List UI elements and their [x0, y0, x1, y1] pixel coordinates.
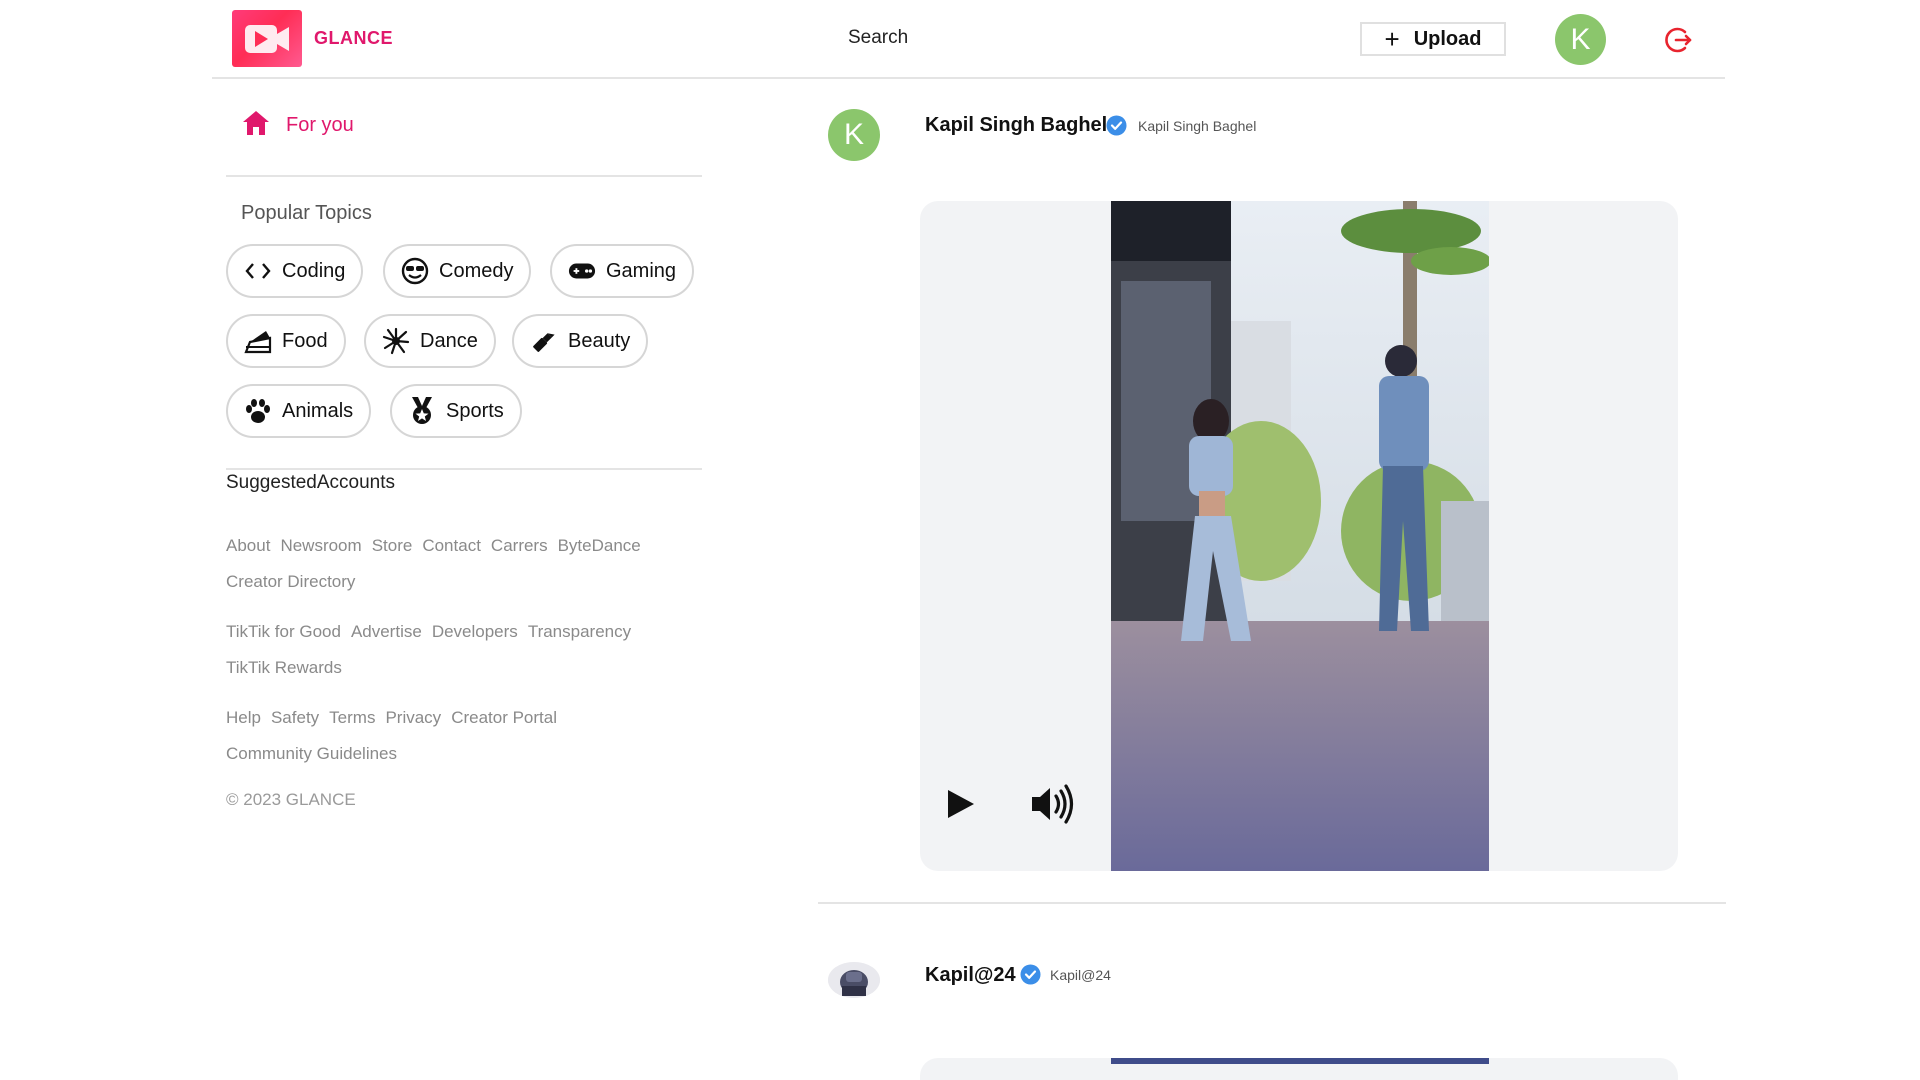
topic-label: Animals	[282, 399, 354, 422]
verified-badge-icon	[1106, 115, 1127, 136]
post-author-avatar[interactable]	[828, 962, 880, 998]
footer-link-developers[interactable]: Developers	[432, 622, 518, 641]
topic-label: Food	[282, 329, 328, 352]
topic-label: Dance	[420, 329, 478, 352]
topic-coding[interactable]: Coding	[226, 244, 364, 298]
user-avatar[interactable]: K	[1555, 14, 1606, 65]
copyright: © 2023 GLANCE	[226, 790, 356, 809]
sunglasses-face-icon	[401, 257, 429, 285]
footer-links-group-2: TikTik for Good Advertise Developers Transp…	[226, 614, 686, 686]
gamepad-icon	[568, 257, 596, 285]
post-author-handle: Kapil@24	[1050, 967, 1111, 983]
footer-link-privacy[interactable]: Privacy	[385, 708, 441, 727]
footer-link-creator-directory[interactable]: Creator Directory	[226, 572, 355, 591]
post-author-name[interactable]: Kapil Singh Baghel	[925, 114, 1107, 137]
upload-label: Upload	[1413, 27, 1482, 50]
topic-label: Coding	[282, 259, 346, 282]
topic-animals[interactable]: Animals	[226, 384, 372, 438]
medal-icon	[408, 397, 436, 425]
footer-link-carrers[interactable]: Carrers	[491, 536, 548, 555]
topic-gaming[interactable]: Gaming	[550, 244, 695, 298]
video-thumbnail	[1111, 201, 1489, 871]
paw-icon	[244, 397, 272, 425]
topic-label: Beauty	[568, 329, 631, 352]
footer-link-tiktik-rewards[interactable]: TikTik Rewards	[226, 658, 342, 677]
cake-slice-icon	[244, 327, 272, 355]
topic-comedy[interactable]: Comedy	[383, 244, 532, 298]
top-header: GLANCE Search + Upload K	[212, 0, 1725, 79]
footer-link-transparency[interactable]: Transparency	[528, 622, 631, 641]
topic-food[interactable]: Food	[226, 314, 346, 368]
avatar-image-icon	[828, 962, 880, 998]
video-card	[920, 1058, 1678, 1080]
play-icon[interactable]	[944, 784, 980, 824]
post-author-name[interactable]: Kapil@24	[925, 964, 1016, 987]
footer-link-community-guidelines[interactable]: Community Guidelines	[226, 744, 397, 763]
suggested-accounts-title: SuggestedAccounts	[226, 472, 396, 493]
footer-links-group-1: About Newsroom Store Contact Carrers ByteDanc…	[226, 528, 686, 600]
code-icon	[244, 257, 272, 285]
footer-link-help[interactable]: Help	[226, 708, 261, 727]
post-author-avatar[interactable]: K	[828, 109, 880, 161]
footer-link-store[interactable]: Store	[372, 536, 413, 555]
lipstick-icon	[530, 327, 558, 355]
post-author-handle: Kapil Singh Baghel	[1138, 118, 1257, 134]
footer-link-bytedance[interactable]: ByteDance	[558, 536, 641, 555]
topic-sports[interactable]: Sports	[390, 384, 522, 438]
logout-icon[interactable]	[1663, 24, 1695, 56]
footer-link-about[interactable]: About	[226, 536, 270, 555]
logo[interactable]: GLANCE	[232, 10, 393, 67]
topic-dance[interactable]: Dance	[364, 314, 496, 368]
footer-link-tiktik-for-good[interactable]: TikTik for Good	[226, 622, 341, 641]
plus-icon: +	[1384, 24, 1400, 54]
nav-for-you-label: For you	[286, 114, 354, 136]
footer-links-group-3: Help Safety Terms Privacy Creator Portal Comm…	[226, 700, 686, 772]
topic-label: Gaming	[606, 259, 677, 282]
home-icon	[242, 110, 270, 141]
divider	[226, 468, 702, 470]
verified-badge-icon	[1020, 964, 1041, 985]
post-divider	[818, 902, 1726, 904]
footer-link-safety[interactable]: Safety	[271, 708, 319, 727]
nav-for-you[interactable]: For you	[242, 110, 354, 141]
dance-icon	[382, 327, 410, 355]
footer-link-newsroom[interactable]: Newsroom	[280, 536, 361, 555]
volume-icon[interactable]	[1030, 781, 1076, 827]
divider	[226, 175, 702, 177]
footer-link-creator-portal[interactable]: Creator Portal	[451, 708, 557, 727]
upload-button[interactable]: + Upload	[1360, 22, 1506, 56]
video-player[interactable]	[1111, 1058, 1489, 1064]
video-player[interactable]	[1111, 201, 1489, 871]
topic-label: Comedy	[439, 259, 514, 282]
footer-link-terms[interactable]: Terms	[329, 708, 375, 727]
search-input[interactable]: Search	[848, 27, 908, 49]
footer-link-advertise[interactable]: Advertise	[351, 622, 422, 641]
footer-link-contact[interactable]: Contact	[422, 536, 481, 555]
video-card	[920, 201, 1678, 871]
topic-label: Sports	[446, 399, 504, 422]
logo-text: GLANCE	[314, 28, 393, 48]
logo-video-icon	[232, 10, 302, 67]
topic-beauty[interactable]: Beauty	[512, 314, 649, 368]
popular-topics-title: Popular Topics	[241, 202, 372, 224]
